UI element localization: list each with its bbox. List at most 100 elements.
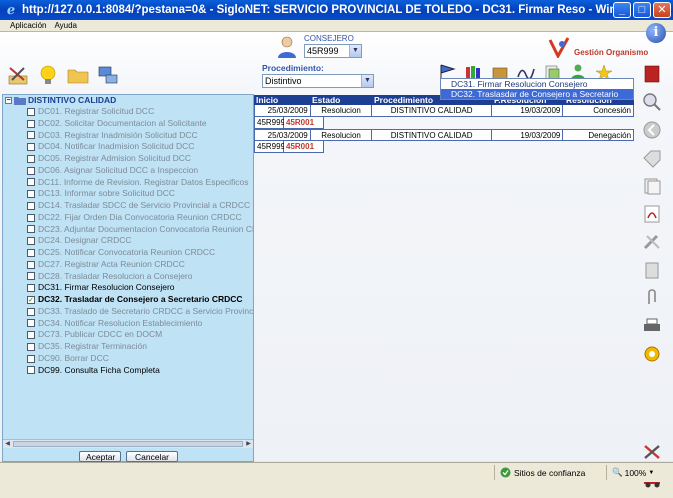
info-icon[interactable]: i bbox=[646, 23, 666, 43]
tree-item[interactable]: DC99. Consulta Ficha Completa bbox=[3, 365, 253, 377]
tree-item[interactable]: DC13. Informar sobre Solicitud DCC bbox=[3, 188, 253, 200]
accept-button[interactable]: Aceptar bbox=[79, 451, 121, 462]
close-button[interactable]: ✕ bbox=[653, 2, 671, 18]
network-computer-icon[interactable] bbox=[96, 64, 120, 86]
tag-icon[interactable] bbox=[641, 148, 663, 168]
task-checkbox[interactable] bbox=[27, 319, 35, 328]
task-checkbox[interactable]: ✓ bbox=[27, 295, 35, 304]
tree-item[interactable]: DC25. Notificar Convocatoria Reunion CRD… bbox=[3, 247, 253, 259]
tree-item[interactable]: DC73. Publicar CDCC en DOCM bbox=[3, 329, 253, 341]
tree-root[interactable]: − DISTINTIVO CALIDAD bbox=[3, 95, 253, 106]
task-checkbox[interactable] bbox=[27, 272, 35, 281]
paperclip-icon[interactable] bbox=[641, 288, 663, 308]
minimize-button[interactable]: _ bbox=[613, 2, 631, 18]
consejero-label: CONSEJERO bbox=[304, 34, 354, 43]
task-checkbox[interactable] bbox=[27, 307, 35, 316]
tree-item[interactable]: DC90. Borrar DCC bbox=[3, 353, 253, 365]
tree-item[interactable]: DC28. Trasladar Resolucion a Consejero bbox=[3, 271, 253, 283]
tree-item[interactable]: DC35. Registrar Terminación bbox=[3, 341, 253, 353]
task-checkbox[interactable] bbox=[27, 248, 35, 257]
task-checkbox[interactable] bbox=[27, 237, 35, 246]
pdf-icon[interactable] bbox=[641, 204, 663, 224]
table-subrow[interactable]: 45R999 45R001 bbox=[254, 141, 634, 153]
tree-item-label: DC73. Publicar CDCC en DOCM bbox=[38, 329, 163, 340]
dropdown-item-dc31[interactable]: DC31. Firmar Resolucion Consejero bbox=[441, 79, 633, 89]
table-row[interactable]: 25/03/2009 Resolucion DISTINTIVO CALIDAD… bbox=[254, 129, 634, 141]
clear-tools-icon[interactable] bbox=[641, 442, 663, 462]
tree-item[interactable]: DC24. Designar CRDCC bbox=[3, 235, 253, 247]
documents-icon[interactable] bbox=[641, 176, 663, 196]
clipboard-icon[interactable] bbox=[641, 260, 663, 280]
task-checkbox[interactable] bbox=[27, 119, 35, 128]
col-estado[interactable]: Estado bbox=[310, 95, 372, 105]
task-checkbox[interactable] bbox=[27, 190, 35, 199]
maximize-button[interactable]: □ bbox=[633, 2, 651, 18]
task-checkbox[interactable] bbox=[27, 166, 35, 175]
organismo-logo-icon bbox=[548, 37, 570, 58]
tree-item[interactable]: DC33. Traslado de Secretario CRDCC a Ser… bbox=[3, 306, 253, 318]
back-icon[interactable] bbox=[641, 120, 663, 140]
tree-item[interactable]: DC14. Trasladar SDCC de Servicio Provinc… bbox=[3, 200, 253, 212]
tree-item[interactable]: DC27. Registrar Acta Reunion CRDCC bbox=[3, 259, 253, 271]
tree-item-label: DC34. Notificar Resolucion Establecimien… bbox=[38, 317, 203, 328]
task-checkbox[interactable] bbox=[27, 354, 35, 363]
tree-item[interactable]: DC05. Registrar Admision Solicitud DCC bbox=[3, 153, 253, 165]
task-checkbox[interactable] bbox=[27, 260, 35, 269]
tree-item[interactable]: ✓ DC32. Trasladar de Consejero a Secretar… bbox=[3, 294, 253, 306]
tree-item[interactable]: DC06. Asignar Solicitud DCC a Inspeccion bbox=[3, 165, 253, 177]
chevron-down-icon[interactable]: ▼ bbox=[648, 470, 654, 476]
security-zone[interactable]: Sitios de confianza bbox=[500, 467, 585, 478]
consejero-select[interactable]: 45R999 ▼ bbox=[304, 44, 362, 58]
task-checkbox[interactable] bbox=[27, 225, 35, 234]
folder-icon[interactable] bbox=[66, 64, 90, 86]
lightbulb-icon[interactable] bbox=[36, 64, 60, 86]
tree-item[interactable]: DC04. Notificar Inadmision Solicitud DCC bbox=[3, 141, 253, 153]
book-icon[interactable] bbox=[641, 64, 663, 84]
scrollbar-thumb[interactable] bbox=[13, 441, 243, 447]
task-checkbox[interactable] bbox=[27, 284, 35, 293]
cancel-button[interactable]: Cancelar bbox=[126, 451, 178, 462]
menu-ayuda[interactable]: Ayuda bbox=[54, 21, 77, 30]
procedimiento-select[interactable]: Distintivo ▼ bbox=[262, 74, 374, 88]
magnifier-icon[interactable] bbox=[641, 92, 663, 112]
chevron-down-icon[interactable]: ▼ bbox=[361, 75, 373, 87]
table-row[interactable]: 25/03/2009 Resolucion DISTINTIVO CALIDAD… bbox=[254, 105, 634, 117]
scroll-right-icon[interactable]: ▶ bbox=[244, 440, 253, 448]
scroll-left-icon[interactable]: ◀ bbox=[3, 440, 12, 448]
tree-item[interactable]: DC03. Registrar Inadmisión Solicitud DCC bbox=[3, 130, 253, 142]
tree-item[interactable]: DC01. Registrar Solicitud DCC bbox=[3, 106, 253, 118]
task-checkbox[interactable] bbox=[27, 331, 35, 340]
app-area: CONSEJERO 45R999 ▼ Gestión Organismo i P… bbox=[0, 23, 673, 488]
collapse-icon[interactable]: − bbox=[5, 97, 12, 104]
task-checkbox[interactable] bbox=[27, 143, 35, 152]
tree-item[interactable]: DC11. Informe de Revision. Registrar Dat… bbox=[3, 177, 253, 189]
window-titlebar[interactable]: ℯ http://127.0.0.1:8084/?pestana=0& - Si… bbox=[0, 0, 673, 20]
zoom-control[interactable]: 🔍 100% ▼ bbox=[612, 467, 654, 478]
task-checkbox[interactable] bbox=[27, 107, 35, 116]
task-checkbox[interactable] bbox=[27, 154, 35, 163]
task-checkbox[interactable] bbox=[27, 213, 35, 222]
tools-icon[interactable] bbox=[641, 232, 663, 252]
tree-item[interactable]: DC31. Firmar Resolucion Consejero bbox=[3, 282, 253, 294]
task-checkbox[interactable] bbox=[27, 131, 35, 140]
task-checkbox[interactable] bbox=[27, 342, 35, 351]
tree-item[interactable]: DC23. Adjuntar Documentacion Convocatori… bbox=[3, 224, 253, 236]
horizontal-scrollbar[interactable]: ◀ ▶ bbox=[3, 439, 253, 448]
tree-item-label: DC90. Borrar DCC bbox=[38, 352, 109, 363]
settings-gear-icon[interactable] bbox=[641, 344, 663, 364]
dropdown-item-dc32[interactable]: DC32. Traslasdar de Consejero a Secretar… bbox=[441, 89, 633, 99]
tree-item[interactable]: DC02. Solicitar Documentacion al Solicit… bbox=[3, 118, 253, 130]
task-checkbox[interactable] bbox=[27, 366, 35, 375]
printer-icon[interactable] bbox=[641, 316, 663, 336]
security-zone-label: Sitios de confianza bbox=[514, 467, 586, 478]
tree-item[interactable]: DC22. Fijar Orden Dia Convocatoria Reuni… bbox=[3, 212, 253, 224]
col-inicio[interactable]: Inicio bbox=[254, 95, 310, 105]
task-checkbox[interactable] bbox=[27, 201, 35, 210]
gestion-organismo[interactable]: Gestión Organismo bbox=[548, 36, 648, 58]
tree-item[interactable]: DC34. Notificar Resolucion Establecimien… bbox=[3, 318, 253, 330]
table-subrow[interactable]: 45R999 45R001 bbox=[254, 117, 634, 129]
menu-aplicacion[interactable]: Aplicación bbox=[10, 21, 46, 30]
edit-tools-icon[interactable] bbox=[6, 64, 30, 86]
task-checkbox[interactable] bbox=[27, 178, 35, 187]
chevron-down-icon[interactable]: ▼ bbox=[349, 45, 361, 57]
